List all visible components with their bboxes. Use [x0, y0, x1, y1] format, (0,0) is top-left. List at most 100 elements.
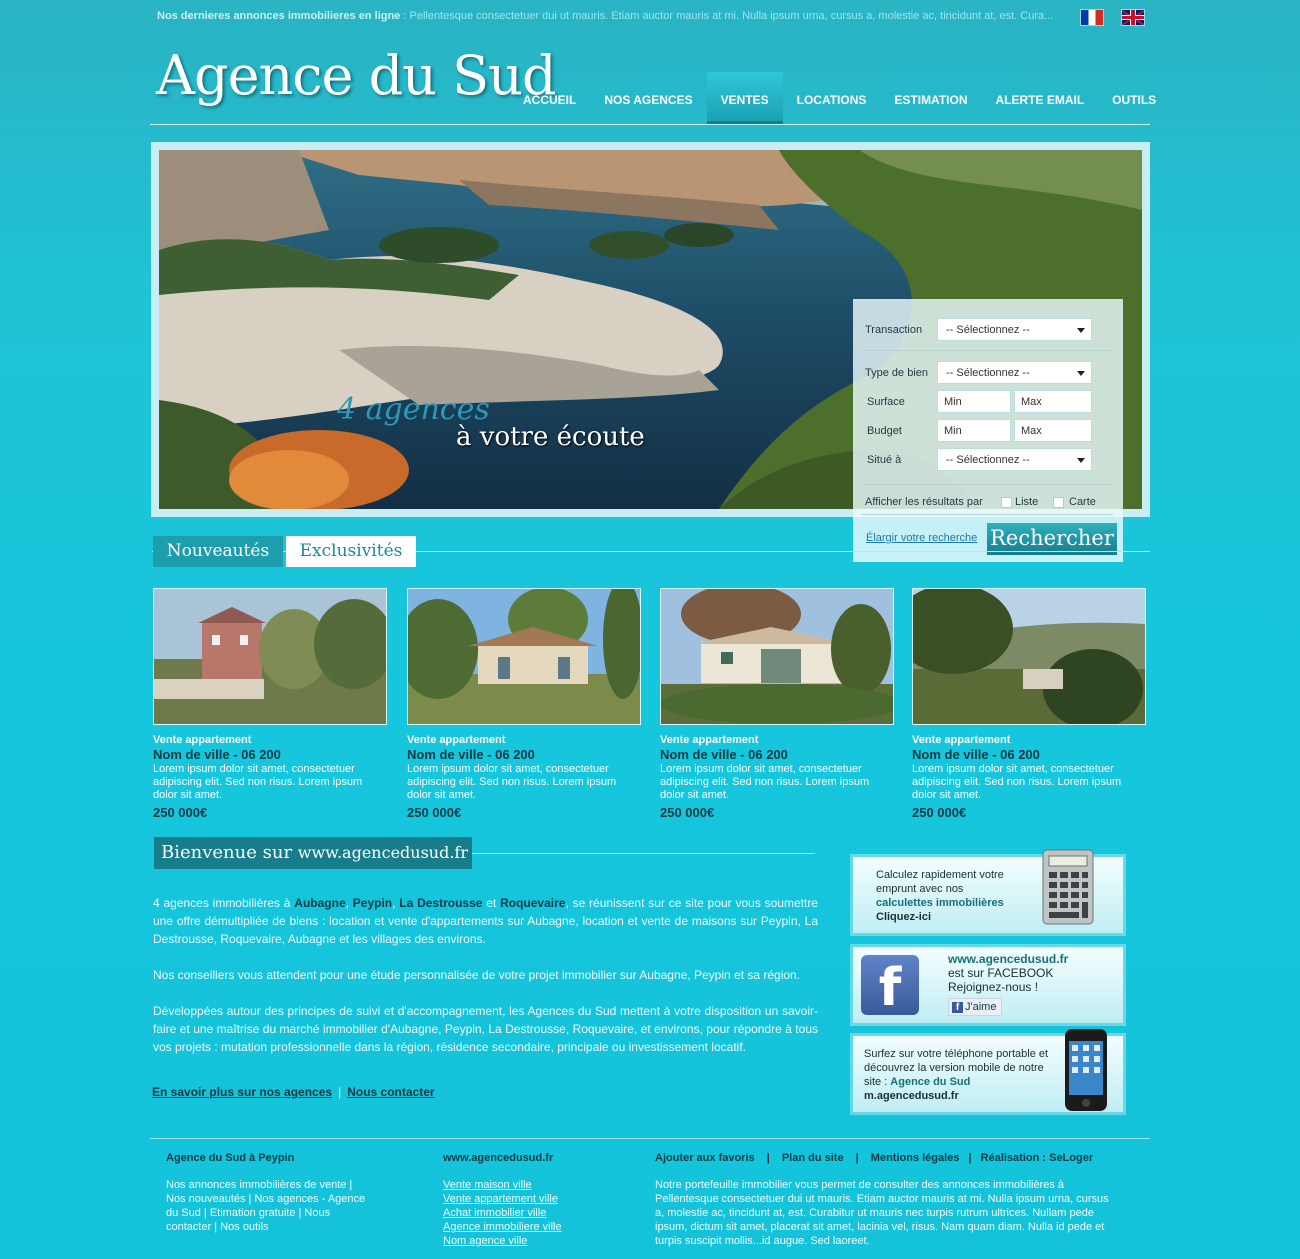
footer-col-1: Agence du Sud à Peypin Nos annonces immo… — [166, 1152, 371, 1234]
nav-outils[interactable]: OUTILS — [1098, 72, 1170, 124]
nav-locations[interactable]: LOCATIONS — [783, 72, 881, 124]
footer-link[interactable]: Agence immobiliere ville — [443, 1220, 603, 1234]
nav-nos-agences[interactable]: NOS AGENCES — [590, 72, 706, 124]
listing-photo[interactable] — [912, 588, 1146, 725]
contact-link[interactable]: Nous contacter — [347, 1085, 434, 1099]
listing-type: Vente appartement — [912, 734, 1011, 746]
listing-city[interactable]: Nom de ville - 06 200 — [407, 747, 641, 762]
tab-exclusivites[interactable]: Exclusivités — [286, 536, 416, 567]
welcome-title: Bienvenue sur www.agencedusud.fr — [154, 837, 472, 869]
footer-link[interactable]: Nom agence ville — [443, 1234, 603, 1248]
situe-select[interactable]: -- Sélectionnez -- — [937, 448, 1092, 471]
listing-photo[interactable] — [407, 588, 641, 725]
town-la-destrousse: La Destrousse — [399, 896, 483, 910]
town-aubagne: Aubagne — [294, 896, 346, 910]
transaction-label: Transaction — [865, 324, 923, 336]
footer-col-2: www.agencedusud.fr Vente maison ville Ve… — [443, 1152, 603, 1248]
town-roquevaire: Roquevaire — [500, 896, 566, 910]
nav-ventes[interactable]: VENTES — [706, 72, 783, 124]
elargir-link[interactable]: Élargir votre recherche — [866, 532, 977, 544]
listing-desc: Lorem ipsum dolor sit amet, consectetuer… — [912, 763, 1122, 801]
liste-checkbox[interactable] — [1001, 497, 1012, 508]
listing-card[interactable]: Vente appartement Nom de ville - 06 200 … — [912, 588, 1146, 820]
footer-col-2-title: www.agencedusud.fr — [443, 1152, 554, 1164]
plan-link[interactable]: Plan du site — [782, 1152, 844, 1164]
facebook-small-icon: f — [952, 1002, 963, 1013]
nav-estimation[interactable]: ESTIMATION — [880, 72, 981, 124]
header-divider — [150, 124, 1150, 125]
welcome-paragraph-3: Développées autour des principes de suiv… — [153, 1004, 818, 1054]
footer-link[interactable]: Vente maison ville — [443, 1178, 603, 1192]
afficher-label: Afficher les résultats par — [865, 496, 983, 508]
listing-city[interactable]: Nom de ville - 06 200 — [153, 747, 387, 762]
type-select[interactable]: -- Sélectionnez -- — [937, 361, 1092, 384]
listing-desc: Lorem ipsum dolor sit amet, consectetuer… — [660, 763, 870, 801]
facebook-like-button[interactable]: f J'aime — [948, 998, 1002, 1016]
listing-card[interactable]: Vente appartement Nom de ville - 06 200 … — [153, 588, 387, 820]
mobile-promo[interactable]: Surfez sur votre téléphone portable et d… — [853, 1029, 1123, 1112]
budget-min-input[interactable]: Min — [937, 419, 1011, 442]
budget-max-input[interactable]: Max — [1014, 419, 1092, 442]
french-flag-icon[interactable] — [1081, 10, 1103, 25]
footer-link[interactable]: Achat immobilier ville — [443, 1206, 603, 1220]
town-peypin: Peypin — [352, 896, 393, 910]
listing-city[interactable]: Nom de ville - 06 200 — [660, 747, 894, 762]
carte-checkbox[interactable] — [1053, 497, 1064, 508]
news-ticker[interactable]: Nos dernieres annonces immobilieres en l… — [157, 10, 1067, 22]
search-divider — [861, 514, 1113, 515]
surface-label: Surface — [867, 396, 905, 408]
listing-desc: Lorem ipsum dolor sit amet, consectetuer… — [153, 763, 363, 801]
footer-link[interactable]: Vente appartement ville — [443, 1192, 603, 1206]
facebook-icon: f — [861, 955, 919, 1018]
search-divider — [861, 484, 1113, 485]
listing-type: Vente appartement — [153, 734, 252, 746]
chevron-down-icon — [1077, 328, 1085, 333]
listing-type: Vente appartement — [660, 734, 759, 746]
carte-label: Carte — [1069, 496, 1096, 508]
transaction-select[interactable]: -- Sélectionnez -- — [937, 318, 1092, 341]
site-logo[interactable]: Agence du Sud — [156, 44, 557, 107]
hero-slogan-2: à votre écoute — [456, 422, 645, 452]
smartphone-icon — [1065, 1029, 1107, 1111]
nav-accueil[interactable]: ACCUEIL — [509, 72, 590, 124]
ticker-label: Nos dernieres annonces immobilieres en l… — [157, 10, 401, 22]
listing-card[interactable]: Vente appartement Nom de ville - 06 200 … — [407, 588, 641, 820]
welcome-divider — [472, 853, 815, 854]
facebook-promo[interactable]: f www.agencedusud.fr est sur FACEBOOK Re… — [853, 947, 1123, 1023]
welcome-links: En savoir plus sur nos agences | Nous cont… — [152, 1085, 435, 1099]
chevron-down-icon — [1077, 371, 1085, 376]
surface-min-input[interactable]: Min — [937, 390, 1011, 413]
main-nav: ACCUEIL NOS AGENCES VENTES LOCATIONS EST… — [509, 72, 1170, 124]
footer-col-3-text: Notre portefeuille immobilier vous perme… — [655, 1179, 1109, 1247]
budget-label: Budget — [867, 425, 902, 437]
nav-alerte-email[interactable]: ALERTE EMAIL — [982, 72, 1099, 124]
footer-divider — [150, 1138, 1150, 1139]
listing-desc: Lorem ipsum dolor sit amet, consectetuer… — [407, 763, 617, 801]
listing-price: 250 000€ — [660, 805, 715, 820]
listing-type: Vente appartement — [407, 734, 506, 746]
listing-price: 250 000€ — [912, 805, 967, 820]
favoris-link[interactable]: Ajouter aux favoris — [655, 1152, 755, 1164]
agences-link[interactable]: En savoir plus sur nos agences — [152, 1085, 332, 1099]
footer-col-1-text[interactable]: Nos annonces immobilières de vente | Nos… — [166, 1178, 371, 1234]
calculator-icon — [1042, 849, 1094, 925]
surface-max-input[interactable]: Max — [1014, 390, 1092, 413]
welcome-paragraph-2: Nos conseillers vous attendent pour une … — [153, 968, 801, 982]
footer-col-1-title: Agence du Sud à Peypin — [166, 1152, 295, 1164]
realisation-link[interactable]: Réalisation : SeLoger — [981, 1152, 1093, 1164]
listing-photo[interactable] — [660, 588, 894, 725]
situe-label: Situé à — [867, 454, 902, 466]
footer-col-3-links: Ajouter aux favoris | Plan du site | Men… — [655, 1152, 1094, 1164]
mentions-link[interactable]: Mentions légales — [871, 1152, 960, 1164]
calculator-promo[interactable]: Calculez rapidement votre emprunt avec n… — [853, 849, 1123, 933]
liste-label: Liste — [1015, 496, 1039, 508]
listing-price: 250 000€ — [407, 805, 462, 820]
welcome-paragraph-1: 4 agences immobilières à Aubagne, Peypin… — [153, 896, 818, 946]
listing-photo[interactable] — [153, 588, 387, 725]
listing-city[interactable]: Nom de ville - 06 200 — [912, 747, 1146, 762]
english-flag-icon[interactable] — [1122, 10, 1144, 25]
search-divider — [861, 350, 1113, 351]
listing-card[interactable]: Vente appartement Nom de ville - 06 200 … — [660, 588, 894, 820]
tab-nouveautes[interactable]: Nouveautés — [153, 536, 283, 567]
footer-col-3: Ajouter aux favoris | Plan du site | Men… — [655, 1152, 1115, 1248]
